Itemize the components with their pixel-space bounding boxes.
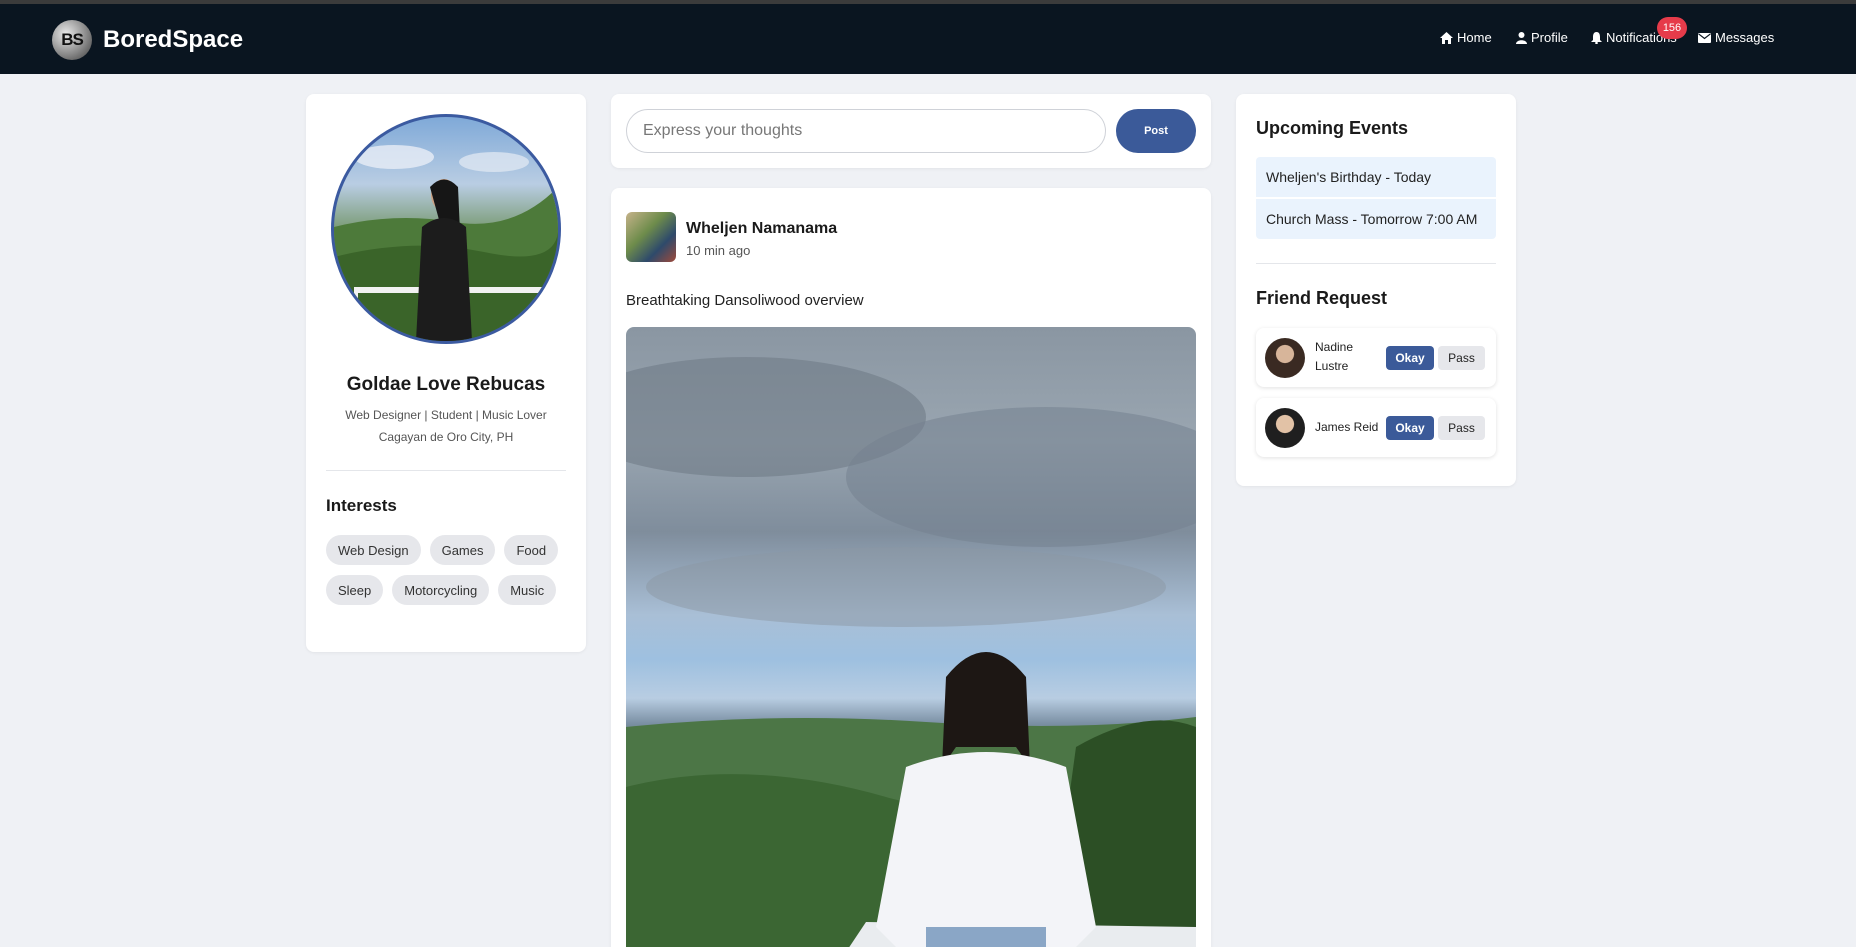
- interest-chip[interactable]: Sleep: [326, 575, 384, 605]
- feed-post: Wheljen Namanama 10 min ago Breathtaking…: [611, 188, 1211, 947]
- envelope-icon: [1698, 32, 1711, 43]
- friend-request-title: Friend Request: [1256, 288, 1388, 308]
- home-icon: [1440, 31, 1453, 44]
- divider: [1256, 263, 1496, 264]
- reject-button[interactable]: Pass: [1438, 416, 1485, 440]
- profile-card: Goldae Love Rebucas Web Designer | Stude…: [306, 94, 586, 652]
- event-item[interactable]: Wheljen's Birthday - Today: [1256, 157, 1496, 197]
- post-composer: Post: [611, 94, 1211, 168]
- profile-location: Cagayan de Oro City, PH: [378, 430, 514, 444]
- brand-name: BoredSpace: [103, 26, 244, 53]
- nav-messages-label: Messages: [1715, 30, 1775, 45]
- nav-home-label: Home: [1457, 30, 1492, 45]
- nav-profile[interactable]: Profile: [1516, 30, 1568, 45]
- friend-request-item: Nadine Lustre Okay Pass: [1256, 328, 1496, 387]
- interest-chip[interactable]: Music: [498, 575, 557, 605]
- user-icon: [1516, 31, 1527, 44]
- interest-chip[interactable]: Motorcycling: [392, 575, 490, 605]
- profile-tagline: Web Designer | Student | Music Lover: [345, 408, 547, 422]
- friend-request-item: James Reid Okay Pass: [1256, 398, 1496, 457]
- nav-home[interactable]: Home: [1440, 30, 1492, 45]
- interest-chip[interactable]: Food: [504, 535, 559, 565]
- friend-avatar[interactable]: [1265, 338, 1305, 378]
- profile-photo: [334, 145, 558, 341]
- interests-title: Interests: [326, 496, 397, 515]
- notification-count-badge: 156: [1657, 17, 1687, 39]
- profile-name: Goldae Love Rebucas: [346, 374, 546, 395]
- bell-icon: [1591, 31, 1602, 44]
- thought-input[interactable]: [626, 109, 1106, 153]
- post-button[interactable]: Post: [1116, 109, 1196, 153]
- event-item[interactable]: Church Mass - Tomorrow 7:00 AM: [1256, 199, 1496, 239]
- post-photo[interactable]: [626, 327, 1196, 947]
- accept-button[interactable]: Okay: [1386, 416, 1434, 440]
- friend-name[interactable]: James Reid: [1315, 418, 1378, 437]
- interests-list: Web Design Games Food Sleep Motorcycling…: [326, 535, 566, 605]
- events-title: Upcoming Events: [1256, 118, 1409, 138]
- friend-avatar[interactable]: [1265, 408, 1305, 448]
- post-timestamp: 10 min ago: [686, 243, 751, 258]
- friend-name[interactable]: Nadine Lustre: [1315, 338, 1373, 376]
- post-author-avatar[interactable]: [626, 212, 676, 262]
- profile-avatar[interactable]: [331, 114, 561, 344]
- post-photo-scene: [626, 357, 1196, 947]
- nav-profile-label: Profile: [1531, 30, 1568, 45]
- divider: [326, 470, 566, 471]
- navbar: BS BoredSpace Home Profile Notifications…: [0, 4, 1856, 74]
- nav-messages[interactable]: Messages: [1698, 30, 1774, 45]
- interest-chip[interactable]: Web Design: [326, 535, 421, 565]
- reject-button[interactable]: Pass: [1438, 346, 1485, 370]
- post-author-name[interactable]: Wheljen Namanama: [686, 220, 837, 238]
- sidebar-right: Upcoming Events Wheljen's Birthday - Tod…: [1236, 94, 1516, 486]
- brand[interactable]: BS BoredSpace: [52, 20, 243, 60]
- accept-button[interactable]: Okay: [1386, 346, 1434, 370]
- interest-chip[interactable]: Games: [429, 535, 496, 565]
- post-text: Breathtaking Dansoliwood overview: [626, 292, 864, 309]
- logo: BS: [52, 20, 92, 60]
